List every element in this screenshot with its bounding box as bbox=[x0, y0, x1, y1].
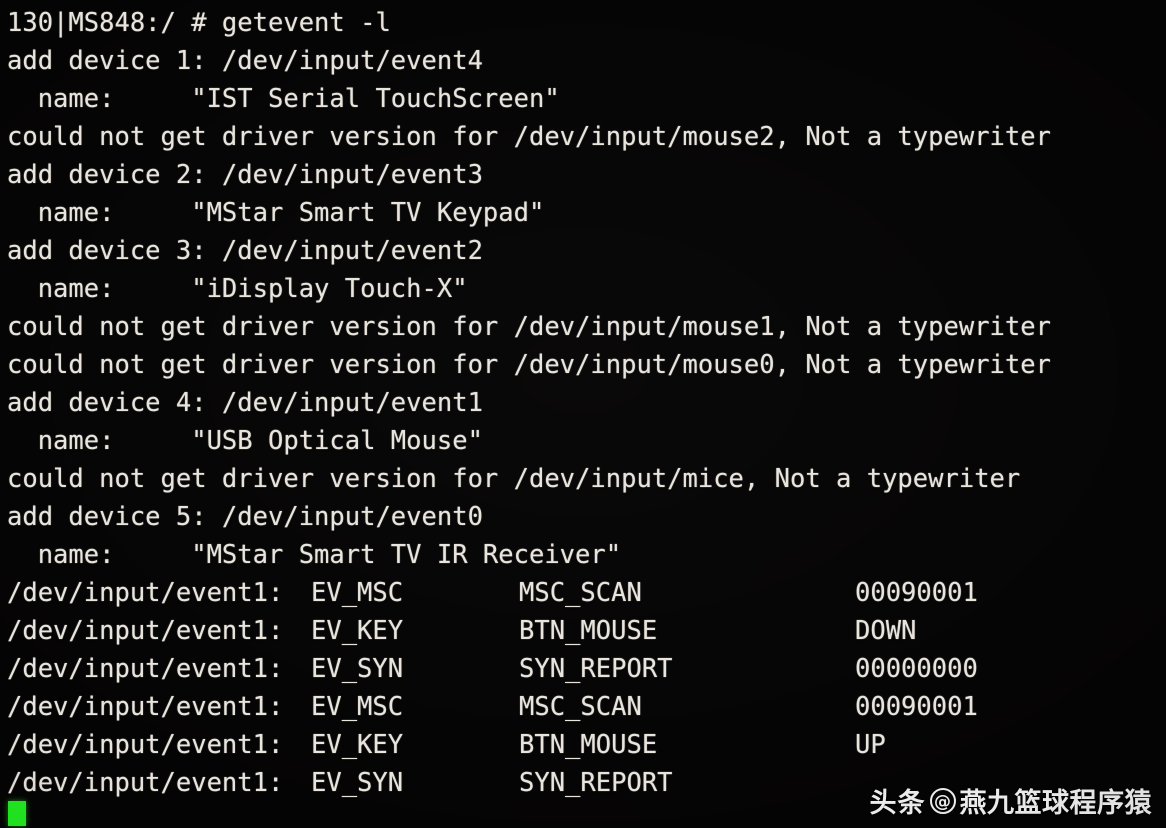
event-device: /dev/input/event1: bbox=[7, 578, 284, 608]
event-log-row: /dev/input/event1: EV_MSC MSC_SCAN 00090… bbox=[7, 574, 1166, 612]
event-type: EV_MSC bbox=[311, 692, 404, 722]
terminal-output-line: could not get driver version for /dev/in… bbox=[7, 350, 1051, 380]
event-type: EV_KEY bbox=[311, 730, 404, 760]
event-log-row: /dev/input/event1: EV_MSC MSC_SCAN 00090… bbox=[7, 688, 1166, 726]
event-type: EV_MSC bbox=[311, 578, 404, 608]
event-code: BTN_MOUSE bbox=[519, 730, 658, 760]
terminal-cursor bbox=[8, 801, 26, 826]
event-device: /dev/input/event1: bbox=[7, 768, 284, 798]
event-log-row: /dev/input/event1: EV_SYN SYN_REPORT 000… bbox=[7, 650, 1166, 688]
event-device: /dev/input/event1: bbox=[7, 654, 284, 684]
event-device: /dev/input/event1: bbox=[7, 616, 284, 646]
event-code: SYN_REPORT bbox=[519, 768, 673, 798]
event-log-row: /dev/input/event1: EV_KEY BTN_MOUSE DOWN bbox=[7, 612, 1166, 650]
terminal-output-line: name: "MStar Smart TV IR Receiver" bbox=[7, 540, 622, 570]
event-type: EV_SYN bbox=[311, 654, 404, 684]
terminal-output-line: add device 2: /dev/input/event3 bbox=[7, 160, 483, 190]
terminal-window[interactable]: 130|MS848:/ # getevent -l add device 1: … bbox=[0, 0, 1166, 828]
event-type: EV_KEY bbox=[311, 616, 404, 646]
event-value: UP bbox=[855, 730, 886, 760]
event-log-row: /dev/input/event1: EV_KEY BTN_MOUSE UP bbox=[7, 726, 1166, 764]
event-value: 00000000 bbox=[855, 654, 978, 684]
event-type: EV_SYN bbox=[311, 768, 404, 798]
terminal-output-line: add device 5: /dev/input/event0 bbox=[7, 502, 483, 532]
event-value: DOWN bbox=[855, 616, 917, 646]
event-code: MSC_SCAN bbox=[519, 692, 642, 722]
terminal-output-line: could not get driver version for /dev/in… bbox=[7, 464, 1021, 494]
terminal-prompt-line: 130|MS848:/ # getevent -l bbox=[7, 8, 391, 38]
event-log-row: /dev/input/event1: EV_SYN SYN_REPORT bbox=[7, 764, 1166, 802]
event-value: 00090001 bbox=[855, 692, 978, 722]
terminal-output-line: name: "USB Optical Mouse" bbox=[7, 426, 483, 456]
event-code: BTN_MOUSE bbox=[519, 616, 658, 646]
event-code: SYN_REPORT bbox=[519, 654, 673, 684]
event-code: MSC_SCAN bbox=[519, 578, 642, 608]
terminal-output-line: name: "IST Serial TouchScreen" bbox=[7, 84, 560, 114]
terminal-output-line: could not get driver version for /dev/in… bbox=[7, 312, 1051, 342]
terminal-output-line: name: "iDisplay Touch-X" bbox=[7, 274, 468, 304]
event-device: /dev/input/event1: bbox=[7, 730, 284, 760]
terminal-output-line: add device 1: /dev/input/event4 bbox=[7, 46, 483, 76]
terminal-output-line: add device 4: /dev/input/event1 bbox=[7, 388, 483, 418]
event-value: 00090001 bbox=[855, 578, 978, 608]
event-device: /dev/input/event1: bbox=[7, 692, 284, 722]
terminal-output-line: add device 3: /dev/input/event2 bbox=[7, 236, 483, 266]
terminal-output-line: name: "MStar Smart TV Keypad" bbox=[7, 198, 545, 228]
terminal-output-line: could not get driver version for /dev/in… bbox=[7, 122, 1051, 152]
